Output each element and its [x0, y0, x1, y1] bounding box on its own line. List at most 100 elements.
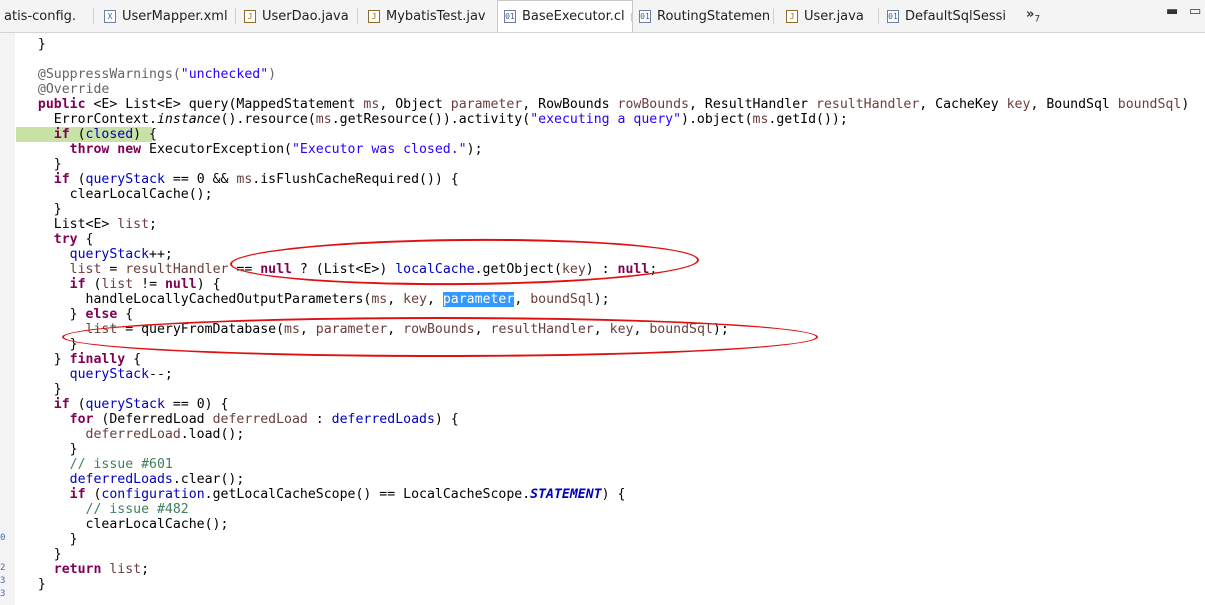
- code-token: (DeferredLoad: [93, 412, 213, 427]
- class-file-icon: 01: [887, 9, 899, 23]
- tab-usermapper-xml[interactable]: X UserMapper.xml: [104, 0, 234, 32]
- close-icon[interactable]: ⊠: [631, 10, 632, 24]
- tab-user-java[interactable]: J User.java: [786, 0, 876, 32]
- code-token: boundSql: [1117, 97, 1182, 112]
- code-token: ) {: [133, 127, 157, 142]
- ruler-number: 3: [0, 589, 6, 599]
- ruler-strip: 0 2 3 3: [0, 33, 15, 605]
- code-token: == 0 &&: [164, 172, 237, 187]
- code-token: deferredLoads: [22, 472, 173, 487]
- class-file-icon: 01: [639, 9, 651, 23]
- code-line[interactable]: throw new ExecutorException("Executor wa…: [22, 142, 1189, 157]
- code-token: (: [85, 487, 102, 502]
- tab-userdao-java[interactable]: J UserDao.java: [244, 0, 356, 32]
- code-token: =: [101, 262, 126, 277]
- tab-divider: [235, 8, 236, 24]
- code-token: else: [85, 307, 118, 322]
- code-token: .load();: [180, 427, 245, 442]
- tab-label: User.java: [804, 8, 864, 24]
- tab-overflow-button[interactable]: »7: [1026, 7, 1040, 25]
- code-token: deferredLoads: [331, 412, 435, 427]
- tab-label: BaseExecutor.cl: [522, 9, 625, 24]
- code-line[interactable]: }: [22, 37, 1189, 52]
- code-editor[interactable]: 0 2 3 3 } @SuppressWarnings("unchecked")…: [0, 33, 1205, 605]
- code-line[interactable]: }: [22, 547, 1189, 562]
- code-token: ErrorContext.: [22, 112, 157, 127]
- code-token: <E> List<E> query(MappedStatement: [85, 97, 364, 112]
- code-token: "Executor was closed.": [291, 142, 467, 157]
- code-line[interactable]: if (queryStack == 0 && ms.isFlushCacheRe…: [22, 172, 1189, 187]
- code-token: deferredLoad: [22, 427, 181, 442]
- code-line[interactable]: deferredLoads.clear();: [22, 472, 1189, 487]
- minimize-icon[interactable]: ▬: [1166, 4, 1178, 19]
- code-line[interactable]: }: [22, 442, 1189, 457]
- code-line[interactable]: deferredLoad.load();: [22, 427, 1189, 442]
- xml-file-icon: X: [104, 9, 116, 23]
- code-token: list: [22, 262, 102, 277]
- code-line[interactable]: }: [22, 157, 1189, 172]
- code-token: {: [77, 232, 94, 247]
- tab-label: DefaultSqlSessi: [905, 8, 1007, 24]
- maximize-icon[interactable]: ▭: [1189, 4, 1201, 19]
- code-line[interactable]: handleLocallyCachedOutputParameters(ms, …: [22, 292, 1189, 307]
- code-line[interactable]: }: [22, 202, 1189, 217]
- code-token: key: [1006, 97, 1031, 112]
- code-line[interactable]: @Override: [22, 82, 1189, 97]
- code-token: ms: [363, 97, 380, 112]
- code-token: clearLocalCache();: [22, 187, 213, 202]
- tab-mybatistest-java[interactable]: J MybatisTest.jav: [368, 0, 496, 32]
- code-token: , Object: [379, 97, 451, 112]
- code-token: .getResource()).activity(: [331, 112, 531, 127]
- code-line[interactable]: if (queryStack == 0) {: [22, 397, 1189, 412]
- code-token: ): [1181, 97, 1190, 112]
- code-line[interactable]: // issue #601: [22, 457, 1189, 472]
- code-token: boundSql: [530, 292, 594, 307]
- code-line[interactable]: public <E> List<E> query(MappedStatement…: [22, 97, 1189, 112]
- code-token: clearLocalCache();: [22, 517, 229, 532]
- code-line[interactable]: }: [22, 532, 1189, 547]
- tab-defaultsqlsession-class[interactable]: 01 DefaultSqlSessi: [887, 0, 1015, 32]
- code-line[interactable]: return list;: [22, 562, 1189, 577]
- code-token: queryStack: [85, 397, 165, 412]
- code-token: resultHandler: [125, 262, 229, 277]
- code-line[interactable]: clearLocalCache();: [22, 187, 1189, 202]
- code-line[interactable]: queryStack--;: [22, 367, 1189, 382]
- tab-routingstatement-class[interactable]: 01 RoutingStatemen: [639, 0, 771, 32]
- code-line[interactable]: @SuppressWarnings("unchecked"): [22, 67, 1189, 82]
- code-token: "unchecked": [180, 67, 269, 82]
- code-token: if: [22, 127, 70, 142]
- code-token: configuration: [101, 487, 205, 502]
- code-line[interactable]: }: [22, 577, 1189, 592]
- code-line[interactable]: if (list != null) {: [22, 277, 1189, 292]
- code-token: }: [22, 37, 46, 52]
- code-token: if: [22, 397, 70, 412]
- code-token: deferredLoad: [212, 412, 308, 427]
- code-line[interactable]: if (configuration.getLocalCacheScope() =…: [22, 487, 1189, 502]
- tab-label: UserMapper.xml: [122, 8, 228, 24]
- code-token: {: [125, 352, 142, 367]
- source-code[interactable]: } @SuppressWarnings("unchecked") @Overri…: [15, 37, 1189, 592]
- editor-tab-bar: atis-config. X UserMapper.xml J UserDao.…: [0, 0, 1205, 33]
- code-line[interactable]: for (DeferredLoad deferredLoad : deferre…: [22, 412, 1189, 427]
- code-token: list: [109, 562, 142, 577]
- code-token: ) {: [434, 412, 459, 427]
- code-token: ms: [236, 172, 253, 187]
- tab-mybatis-config[interactable]: atis-config.: [4, 0, 84, 32]
- code-token: :: [307, 412, 332, 427]
- code-token: rowBounds: [617, 97, 689, 112]
- code-line[interactable]: List<E> list;: [22, 217, 1189, 232]
- code-token: (: [69, 397, 86, 412]
- code-line[interactable]: }: [22, 382, 1189, 397]
- code-line[interactable]: ErrorContext.instance().resource(ms.getR…: [22, 112, 1189, 127]
- code-token: public: [22, 97, 86, 112]
- code-token: ,: [387, 292, 404, 307]
- tab-baseexecutor-class[interactable]: 01 BaseExecutor.cl ⊠: [497, 0, 633, 32]
- code-token: ms: [371, 292, 388, 307]
- code-token: queryStack: [22, 367, 150, 382]
- code-line-current[interactable]: if (closed) {: [15, 127, 1189, 142]
- code-line[interactable]: clearLocalCache();: [22, 517, 1189, 532]
- tab-label: UserDao.java: [262, 8, 349, 24]
- code-line[interactable]: // issue #482: [22, 502, 1189, 517]
- code-line[interactable]: [22, 52, 1189, 67]
- code-token: @SuppressWarnings(: [22, 67, 181, 82]
